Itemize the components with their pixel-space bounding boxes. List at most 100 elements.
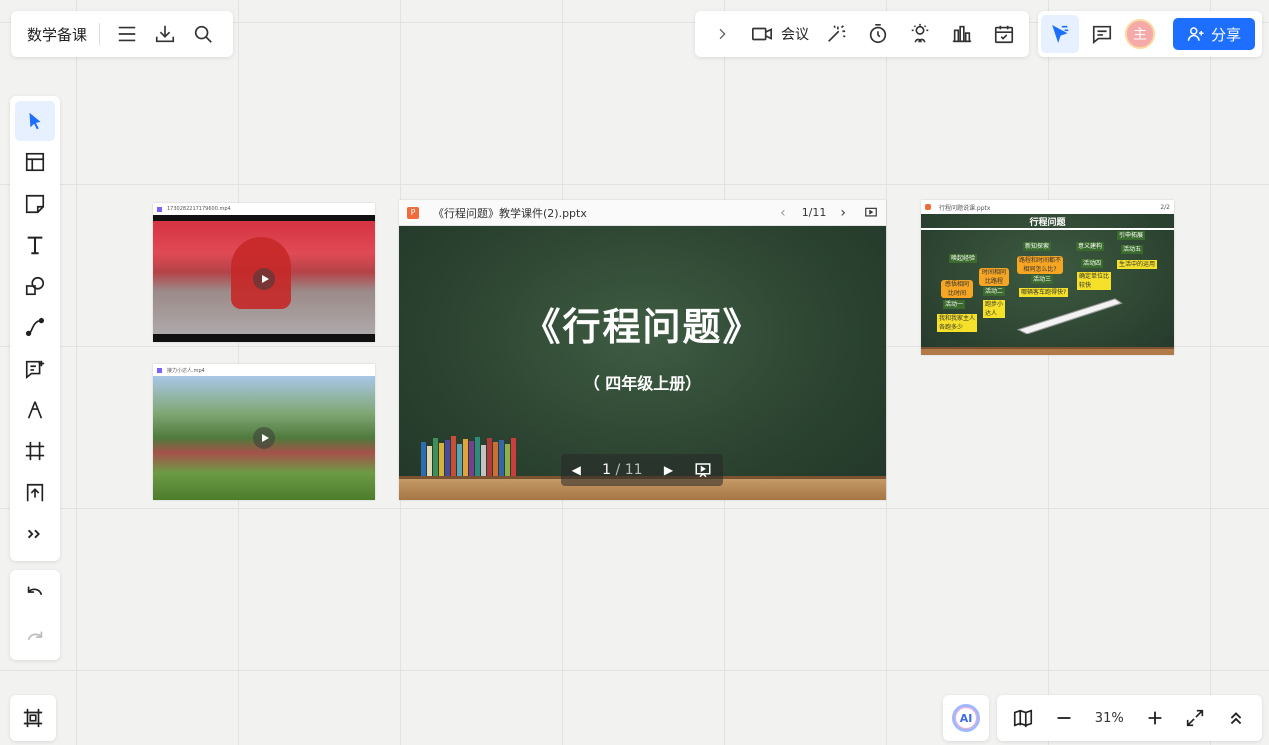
download-icon <box>155 25 175 43</box>
left-toolbar <box>10 96 60 561</box>
zoom-out-button[interactable] <box>1047 701 1081 735</box>
share-button[interactable]: 分享 <box>1173 18 1255 50</box>
mindmap-tag: 路程和时间都不相同怎么比? <box>1017 256 1063 274</box>
slide-title: 行程问题 <box>1029 218 1066 228</box>
shapes-tool[interactable] <box>15 266 55 306</box>
slide-preview: 《行程问题》 （ 四年级上册） ◀ 1 / 11 ▶ <box>399 226 886 500</box>
pptx-card-main[interactable]: P 《行程问题》教学课件(2).pptx ‹ 1/11 › 《行程问题》 （ 四… <box>399 200 886 500</box>
pptx-file-icon <box>925 204 931 210</box>
pptx-header: P 《行程问题》教学课件(2).pptx ‹ 1/11 › <box>399 200 886 226</box>
upload-icon <box>26 483 44 501</box>
ai-button[interactable]: AI <box>952 704 980 732</box>
frame-list-panel <box>10 695 56 741</box>
vote-button[interactable] <box>941 17 983 51</box>
menu-icon <box>118 26 136 42</box>
redo-button[interactable] <box>18 621 52 655</box>
present-icon[interactable] <box>694 461 712 479</box>
map-icon <box>1014 709 1033 728</box>
select-tool[interactable] <box>15 101 55 141</box>
zoom-in-icon <box>1148 711 1162 725</box>
slide-title: 《行程问题》 <box>522 304 763 349</box>
next-page-icon[interactable]: › <box>840 205 846 221</box>
video-camera-icon <box>752 27 772 41</box>
frame-list-button[interactable] <box>16 701 50 735</box>
history-panel <box>10 570 60 660</box>
pager-next-icon[interactable]: ▶ <box>664 463 673 477</box>
divider <box>99 23 101 45</box>
video-card-header: 1730282217179600.mp4 <box>153 203 375 215</box>
connector-tool[interactable] <box>15 307 55 347</box>
meeting-button[interactable]: 会议 <box>743 17 815 51</box>
mindmap-tag: 感悟相同比时间 <box>941 280 973 298</box>
pager-prev-icon[interactable]: ◀ <box>572 463 581 477</box>
prev-page-icon[interactable]: ‹ <box>780 205 786 221</box>
zoom-value[interactable]: 31% <box>1087 711 1131 726</box>
timer-button[interactable] <box>857 17 899 51</box>
mindmap-tag: 生活中的运用 <box>1117 260 1158 269</box>
pager-total: 11 <box>624 462 643 478</box>
page-indicator: 2/2 <box>1160 203 1170 211</box>
comment-icon <box>1092 25 1112 44</box>
video-letterbox <box>153 334 375 342</box>
frame-icon <box>23 708 43 728</box>
more-tools-button[interactable] <box>15 514 55 554</box>
collapse-toolbar-button[interactable] <box>701 17 743 51</box>
chevron-right-icon <box>719 28 726 40</box>
present-icon[interactable] <box>864 206 878 220</box>
pptx-filename: 行程问题说课.pptx <box>939 204 991 212</box>
laser-pointer-button[interactable] <box>1041 15 1079 53</box>
video-card-1[interactable]: 1730282217179600.mp4 <box>153 203 375 342</box>
board-title[interactable]: 数学备课 <box>27 24 87 45</box>
redo-icon <box>27 631 43 640</box>
mindmap-tag: 活动三 <box>1031 275 1054 284</box>
mindmap-tag: 引申拓展 <box>1117 231 1146 240</box>
sticky-note-tool[interactable] <box>15 184 55 224</box>
frame-tool[interactable] <box>15 431 55 471</box>
template-tool[interactable] <box>15 142 55 182</box>
slide-subtitle: （ 四年级上册） <box>583 374 702 393</box>
zoom-in-button[interactable] <box>1138 701 1172 735</box>
pager-separator: / <box>615 462 621 478</box>
spotlight-button[interactable] <box>899 17 941 51</box>
add-text-tool[interactable] <box>15 349 55 389</box>
download-button[interactable] <box>146 17 184 51</box>
mindmap-tag: 活动五 <box>1121 245 1144 254</box>
pen-icon <box>27 401 43 419</box>
mindmap-tag: 活动四 <box>1081 259 1104 268</box>
pptx-card-side[interactable]: 行程问题说课.pptx 2/2 行程问题 唤起经验 新知探索 意义建构 引申拓展… <box>921 200 1174 355</box>
pen-tool[interactable] <box>15 390 55 430</box>
pager-current: 1 <box>602 462 612 478</box>
slide-preview: 行程问题 唤起经验 新知探索 意义建构 引申拓展 感悟相同比时间 时间相同比路程… <box>921 214 1174 355</box>
menu-button[interactable] <box>108 17 146 51</box>
text-tool[interactable] <box>15 225 55 265</box>
search-button[interactable] <box>184 17 222 51</box>
magic-button[interactable] <box>815 17 857 51</box>
mindmap-tag: 确定单位比较快 <box>1077 272 1111 290</box>
video-file-icon <box>157 206 162 212</box>
connector-icon <box>25 318 45 337</box>
fit-screen-button[interactable] <box>1178 701 1212 735</box>
collapse-button[interactable] <box>1219 701 1253 735</box>
comment-button[interactable] <box>1085 17 1119 51</box>
video-filename: 1730282217179600.mp4 <box>167 206 231 212</box>
sticky-note-icon <box>25 194 45 213</box>
avatar[interactable]: 主 <box>1125 19 1155 49</box>
video-filename: 接力小达人.mp4 <box>167 367 205 374</box>
undo-button[interactable] <box>18 576 52 610</box>
mindmap-tag: 活动二 <box>983 287 1006 296</box>
calendar-check-icon <box>994 25 1014 44</box>
mindmap-tag: 唤起经验 <box>949 254 978 263</box>
laser-pointer-icon <box>1052 24 1069 44</box>
bar-chart-icon <box>952 25 972 43</box>
video-card-2[interactable]: 接力小达人.mp4 <box>153 364 375 500</box>
video-thumbnail <box>153 376 375 500</box>
play-button[interactable] <box>253 267 275 290</box>
upload-tool[interactable] <box>15 473 55 513</box>
shapes-icon <box>25 277 45 296</box>
minimap-button[interactable] <box>1006 701 1040 735</box>
play-button[interactable] <box>253 427 275 449</box>
ai-panel: AI <box>943 695 989 741</box>
zoom-bar: 31% <box>997 695 1262 741</box>
schedule-button[interactable] <box>983 17 1025 51</box>
slide-pager: ◀ 1 / 11 ▶ <box>561 454 723 486</box>
